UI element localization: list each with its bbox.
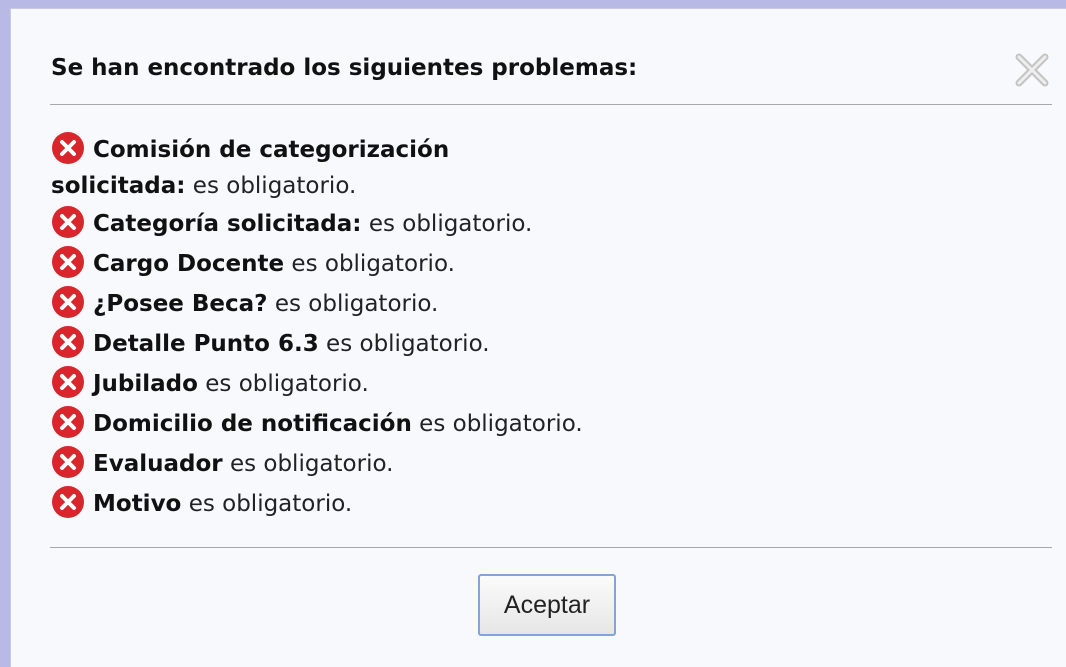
error-message: es obligatorio.	[368, 211, 533, 237]
error-item: Detalle Punto 6.3 es obligatorio.	[51, 324, 571, 364]
error-item: Cargo Docente es obligatorio.	[51, 244, 571, 284]
error-dialog: Se han encontrado los siguientes problem…	[10, 8, 1066, 667]
error-icon	[51, 365, 85, 399]
error-field: Domicilio de notificación	[93, 411, 412, 437]
error-item: ¿Posee Beca? es obligatorio.	[51, 284, 571, 324]
error-message: es obligatorio.	[274, 291, 439, 317]
error-item: Motivo es obligatorio.	[51, 484, 571, 524]
error-icon	[51, 325, 85, 359]
error-field: ¿Posee Beca?	[93, 291, 268, 317]
error-item: Categoría solicitada: es obligatorio.	[51, 204, 571, 244]
error-field: Cargo Docente	[93, 251, 285, 277]
error-message: es obligatorio.	[326, 331, 490, 357]
error-item: Comisión de categorización solicitada: e…	[51, 131, 511, 204]
error-icon	[51, 131, 85, 165]
error-icon	[51, 245, 85, 279]
error-message: es obligatorio.	[192, 173, 357, 199]
header-divider	[50, 104, 1052, 105]
error-icon	[51, 485, 85, 519]
error-field: Evaluador	[93, 451, 223, 477]
error-message: es obligatorio.	[188, 491, 353, 517]
close-icon[interactable]	[1013, 51, 1051, 89]
error-field: Motivo	[93, 491, 182, 517]
error-icon	[51, 405, 85, 439]
error-message: es obligatorio.	[419, 411, 583, 437]
error-item: Jubilado es obligatorio.	[51, 364, 571, 404]
accept-button[interactable]: Aceptar	[478, 574, 616, 636]
error-field: Detalle Punto 6.3	[93, 331, 319, 357]
dialog-title: Se han encontrado los siguientes problem…	[51, 55, 638, 81]
error-message: es obligatorio.	[291, 251, 455, 277]
error-item: Evaluador es obligatorio.	[51, 444, 571, 484]
error-field: Categoría solicitada:	[93, 211, 362, 237]
error-item: Domicilio de notificación es obligatorio…	[51, 404, 583, 444]
error-message: es obligatorio.	[205, 371, 369, 397]
error-icon	[51, 285, 85, 319]
footer-divider	[50, 547, 1052, 548]
error-list: Comisión de categorización solicitada: e…	[51, 131, 583, 524]
error-icon	[51, 445, 85, 479]
page-background: Se han encontrado los siguientes problem…	[0, 0, 1066, 667]
error-field: Jubilado	[93, 371, 198, 397]
error-message: es obligatorio.	[229, 451, 394, 477]
error-icon	[51, 205, 85, 239]
